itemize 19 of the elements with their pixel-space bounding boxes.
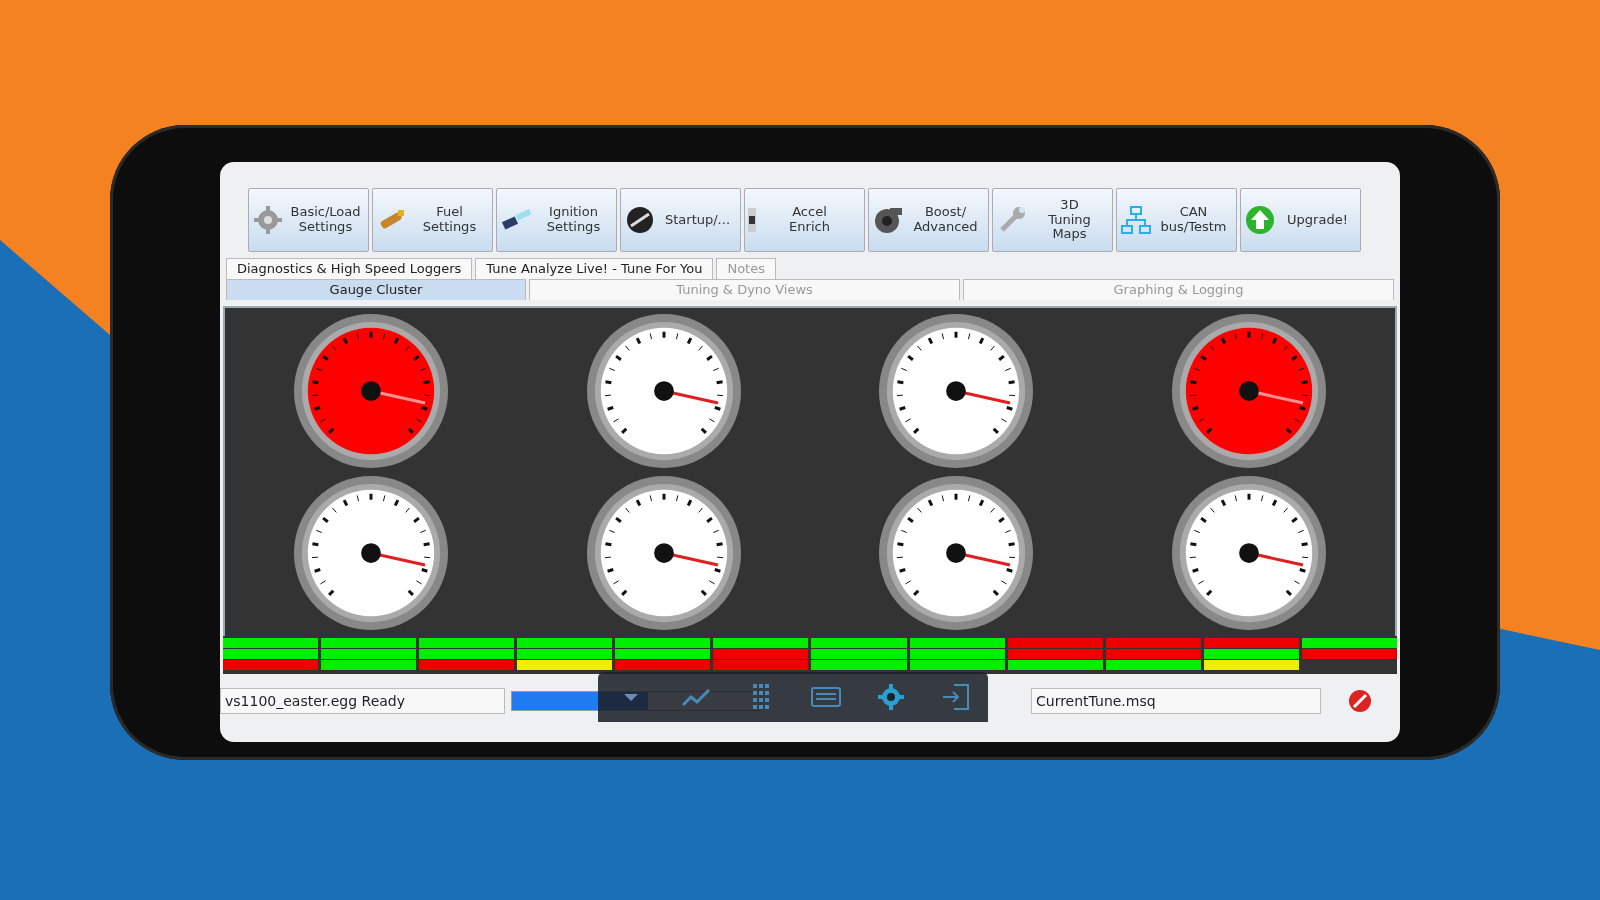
stop-icon[interactable] (1348, 689, 1372, 713)
toolbar-button[interactable]: Basic/Load Settings (248, 188, 369, 252)
tune-file-field: CurrentTune.msq (1031, 688, 1321, 714)
toolbar-button[interactable]: Ignition Settings (496, 188, 617, 252)
toolbar-button[interactable]: Boost/ Advanced (868, 188, 989, 252)
sensor-icon (748, 208, 756, 232)
toolbar-button[interactable]: CAN bus/Testm (1116, 188, 1237, 252)
toolbar-button[interactable]: Startup/... (620, 188, 741, 252)
tab[interactable]: Tune Analyze Live! - Tune For You (475, 258, 714, 279)
toolbar-button[interactable]: Accel Enrich (744, 188, 865, 252)
toolbar-button[interactable]: Fuel Settings (372, 188, 493, 252)
network-icon (1120, 204, 1152, 236)
tab[interactable]: Gauge Cluster (226, 279, 526, 300)
tab[interactable]: Diagnostics & High Speed Loggers (226, 258, 473, 279)
status-message: vs1100_easter.egg Ready (220, 688, 505, 714)
toolbar-button[interactable]: 3D Tuning Maps (992, 188, 1113, 252)
toolbar-button[interactable]: Upgrade! (1240, 188, 1361, 252)
gear-icon (252, 204, 284, 236)
dial-icon (624, 204, 656, 236)
